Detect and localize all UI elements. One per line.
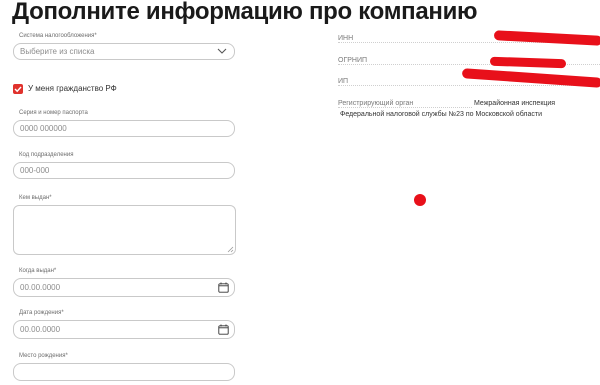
dotted-leader [338,85,600,86]
dotted-leader [338,107,472,108]
ogrnip-label: ОГРНИП [338,57,370,64]
issued-by-textarea[interactable] [13,205,236,255]
birth-date-label: Дата рождения* [19,310,64,316]
calendar-icon[interactable] [218,324,229,335]
passport-label: Серия и номер паспорта [19,110,88,116]
inn-label: ИНН [338,35,356,42]
issue-date-input[interactable]: 00.00.0000 [13,278,235,297]
birth-place-input[interactable] [13,363,235,381]
division-code-input[interactable]: 000-000 [13,162,235,179]
passport-placeholder: 0000 000000 [20,124,67,133]
reg-org-label: Регистрирующий орган [338,100,416,107]
resize-handle-icon[interactable] [227,246,234,253]
citizenship-checkbox[interactable] [13,84,23,94]
reg-org-value-line1: Межрайонная инспекция [472,100,556,107]
ip-label: ИП [338,78,351,85]
page: Дополните информацию про компанию Систем… [0,0,600,385]
issue-date-placeholder: 00.00.0000 [20,283,61,292]
division-code-label: Код подразделения [19,152,74,158]
chevron-down-icon [217,48,227,54]
tax-system-select[interactable]: Выберите из списка [13,43,235,60]
reg-org-value-line2: Федеральной налоговой службы №23 по Моск… [340,111,542,118]
birth-date-input[interactable]: 00.00.0000 [13,320,235,339]
calendar-icon[interactable] [218,282,229,293]
tax-system-placeholder: Выберите из списка [20,47,95,56]
birth-date-placeholder: 00.00.0000 [20,325,61,334]
birth-place-label: Место рождения* [19,353,68,359]
checkmark-icon [14,86,22,93]
red-marker-dot [414,194,426,206]
division-code-placeholder: 000-000 [20,166,50,175]
issue-date-label: Когда выдан* [19,268,57,274]
issued-by-label: Кем выдан* [19,195,52,201]
tax-system-label: Система налогообложения* [19,33,97,39]
page-title: Дополните информацию про компанию [12,0,478,25]
passport-input[interactable]: 0000 000000 [13,120,235,137]
citizenship-label: У меня гражданство РФ [28,84,117,93]
